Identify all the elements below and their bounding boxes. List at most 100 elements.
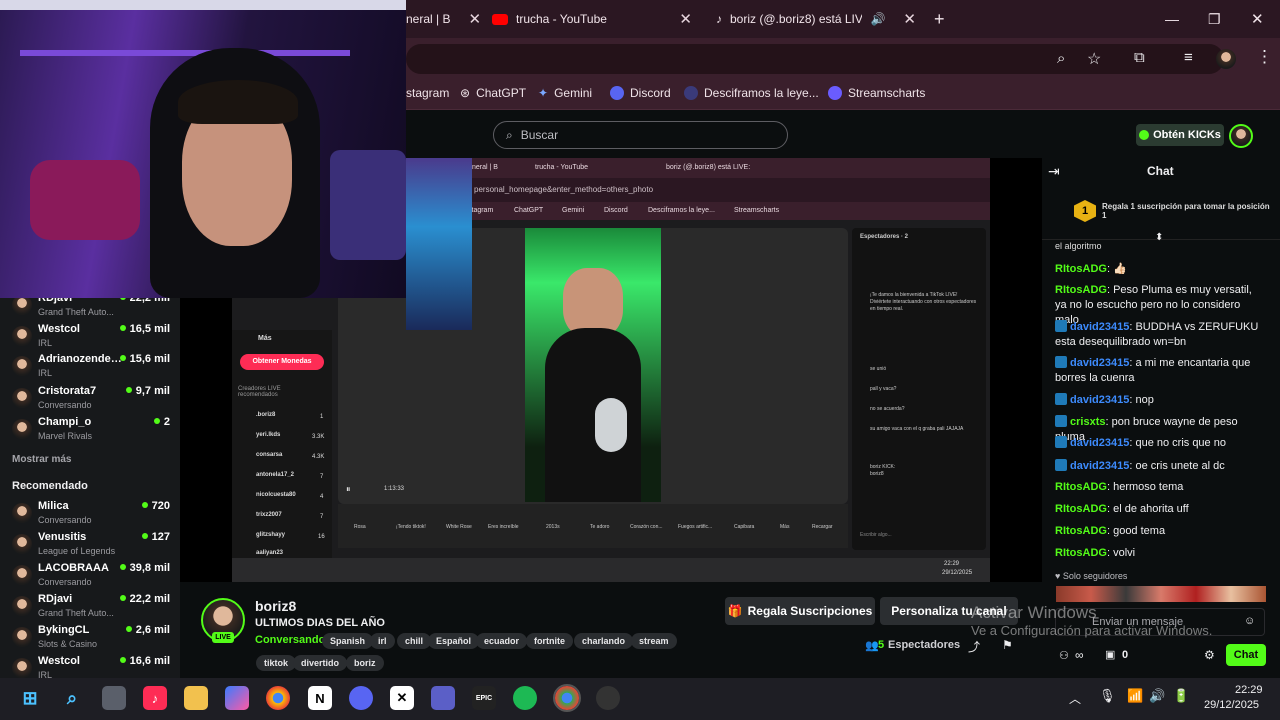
stream-tag[interactable]: tiktok	[256, 655, 297, 671]
chat-message: david23415: oe cris unete al dc	[1055, 459, 1265, 474]
close-tab-icon[interactable]: ✕	[679, 10, 692, 28]
stream-tag[interactable]: fortnite	[526, 633, 573, 649]
windows-start-icon[interactable]: ⊞	[18, 686, 42, 710]
emoji-icon[interactable]: ☺	[1244, 615, 1255, 627]
stream-tag[interactable]: irl	[370, 633, 395, 649]
stream-tag[interactable]: Español	[428, 633, 480, 649]
points-icon: ▣	[1105, 649, 1116, 661]
close-tab-icon[interactable]: ✕	[468, 10, 481, 28]
taskbar-date[interactable]: 29/12/2025	[1204, 699, 1259, 711]
stream-tag[interactable]: Spanish	[322, 633, 374, 649]
stream-tag[interactable]: ecuador	[476, 633, 528, 649]
recommended-channel[interactable]: Venusitis League of Legends 127	[10, 531, 170, 561]
browser-menu-icon[interactable]: ⋮	[1256, 47, 1273, 67]
microphone-icon[interactable]: 🎙	[1099, 688, 1116, 704]
notion-icon[interactable]: N	[308, 686, 332, 710]
epic-games-icon[interactable]: EPIC	[472, 686, 496, 710]
volume-icon[interactable]: 🔊	[1149, 688, 1165, 704]
recommended-channel[interactable]: RDjavi Grand Theft Auto... 22,2 mil	[10, 593, 170, 623]
discord-icon[interactable]	[349, 686, 373, 710]
close-window-icon[interactable]: ✕	[1251, 8, 1264, 30]
profile-avatar[interactable]	[1216, 49, 1236, 69]
stream-tag[interactable]: chill	[397, 633, 432, 649]
chrome-icon[interactable]	[266, 686, 290, 710]
tab-youtube[interactable]: trucha - YouTube ✕	[492, 8, 692, 30]
pillow-shape	[330, 150, 406, 260]
emote-row[interactable]	[1056, 586, 1266, 602]
gear-icon[interactable]: ⚙	[1204, 648, 1215, 662]
media-control-icon[interactable]: ≡	[1184, 49, 1193, 66]
wifi-icon[interactable]: 📶	[1127, 688, 1143, 704]
chevron-up-icon[interactable]: ︿	[1069, 690, 1081, 707]
bookmark-star-icon[interactable]: ☆	[1087, 49, 1101, 69]
user-avatar[interactable]	[1229, 124, 1253, 148]
zoom-icon[interactable]: ⌕	[1057, 50, 1065, 67]
recommended-channel[interactable]: Milica Conversando 720	[10, 500, 170, 530]
bookmark-streamscharts[interactable]: Streamscharts	[828, 86, 925, 100]
recommended-channel[interactable]: BykingCL Slots & Casino 2,6 mil	[10, 624, 170, 654]
share-icon[interactable]: ⤴	[968, 638, 980, 655]
stream-tag[interactable]: charlando	[574, 633, 634, 649]
stream-tag[interactable]: stream	[631, 633, 677, 649]
battery-icon[interactable]: 🔋	[1173, 688, 1189, 704]
chat-settings-icon[interactable]: ⚇	[1059, 649, 1069, 662]
maximize-icon[interactable]: ❐	[1208, 8, 1221, 30]
tab-tiktok[interactable]: ♪ boriz (@.boriz8) está LIVE: 🔊 ✕	[716, 8, 916, 30]
copilot-icon[interactable]	[225, 686, 249, 710]
infinity-icon[interactable]: ∞	[1075, 648, 1084, 662]
chat-message: david23415: que no cris que no	[1055, 436, 1265, 451]
capcut-icon[interactable]: ✕	[390, 686, 414, 710]
search-icon[interactable]: ⌕	[60, 686, 84, 710]
stream-category[interactable]: Conversando	[255, 634, 325, 646]
task-view-icon[interactable]	[102, 686, 126, 710]
collapse-chat-icon[interactable]: ⇥	[1048, 163, 1060, 180]
streamscharts-icon	[828, 86, 842, 100]
send-chat-button[interactable]: Chat	[1226, 644, 1266, 666]
tiktok-icon[interactable]: ♪	[143, 686, 167, 710]
stream-tag[interactable]: divertido	[293, 655, 348, 671]
led-strip-shape	[20, 50, 350, 56]
chrome-active-icon[interactable]	[553, 684, 581, 712]
obs-icon[interactable]	[596, 686, 620, 710]
sidebar-channel[interactable]: Westcol IRL 16,5 mil	[10, 323, 170, 353]
pinned-toggle-icon[interactable]: ⬍	[1155, 232, 1163, 243]
sidebar-channel[interactable]: Cristorata7 Conversando 9,7 mil	[10, 385, 170, 415]
bookmark-discord[interactable]: Discord	[610, 86, 671, 100]
bookmark-gemini[interactable]: ✦ Gemini	[538, 86, 592, 100]
search-input[interactable]: ⌕ Buscar	[493, 121, 788, 149]
flag-icon[interactable]: ⚑	[1002, 638, 1013, 652]
bookmark-desciframos[interactable]: Desciframos la leye...	[684, 86, 819, 100]
bookmark-chatgpt[interactable]: ⊛ ChatGPT	[460, 86, 526, 100]
close-tab-icon[interactable]: ✕	[903, 10, 916, 28]
teams-icon[interactable]	[431, 686, 455, 710]
captured-tiktok-chat: Espectadores · 2 ¡Te damos la bienvenida…	[852, 228, 986, 550]
heart-icon: ♥	[1055, 571, 1061, 581]
sidebar-channel[interactable]: Adrianozendej... IRL 15,6 mil	[10, 353, 170, 383]
sidebar-channel[interactable]: Champi_o Marvel Rivals 2	[10, 416, 170, 446]
captured-bookmarks: stagram ChatGPT Gemini Discord Descifram…	[406, 202, 990, 220]
bookmark-instagram[interactable]: stagram	[406, 86, 449, 100]
discord-icon	[610, 86, 624, 100]
chat-message: david23415: BUDDHA vs ZERUFUKU esta dese…	[1055, 320, 1259, 348]
recommended-channel[interactable]: LACOBRAAA Conversando 39,8 mil	[10, 562, 170, 592]
channel-avatar	[12, 388, 32, 408]
spotify-icon[interactable]	[513, 686, 537, 710]
get-kicks-button[interactable]: Obtén KICKs	[1136, 124, 1224, 146]
new-tab-button[interactable]: +	[934, 8, 945, 30]
channel-avatar	[12, 658, 32, 678]
channel-avatar	[12, 627, 32, 647]
tab-general[interactable]: neral | B ✕	[406, 8, 481, 30]
gift-subs-button[interactable]: 🎁 Regala Suscripciones	[725, 597, 875, 625]
file-explorer-icon[interactable]	[184, 686, 208, 710]
sub-badge-icon	[1055, 393, 1067, 405]
extensions-icon[interactable]: ⧉	[1134, 49, 1145, 66]
chat-message: RItosADG: hermoso tema	[1055, 481, 1184, 493]
show-more-link[interactable]: Mostrar más	[12, 454, 71, 465]
minimize-icon[interactable]: —	[1165, 8, 1179, 30]
live-badge: LIVE	[212, 632, 234, 643]
taskbar-time[interactable]: 22:29	[1235, 684, 1263, 696]
captured-get-coins-button: Obtener Monedas	[240, 354, 324, 370]
streamer-name[interactable]: boriz8	[255, 598, 296, 614]
audio-icon[interactable]: 🔊	[870, 12, 885, 26]
stream-tag[interactable]: boriz	[346, 655, 384, 671]
